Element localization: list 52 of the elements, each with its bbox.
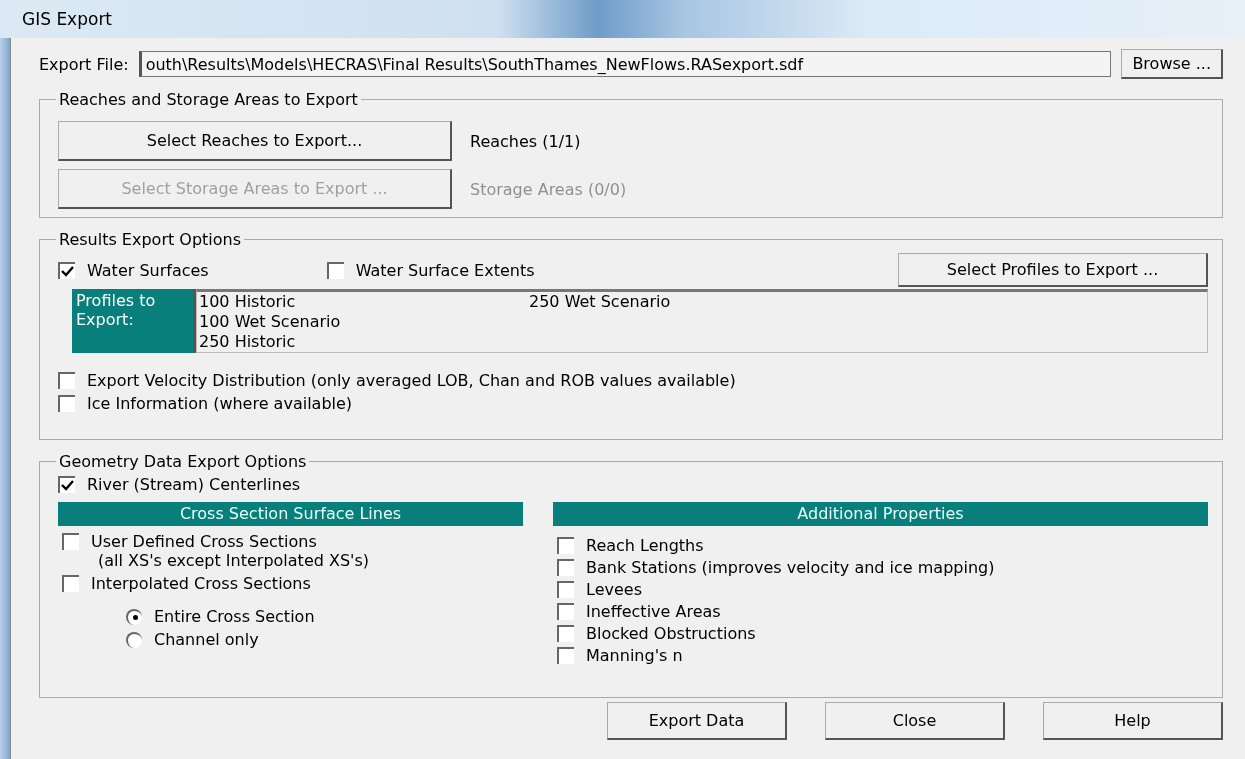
checkbox[interactable] bbox=[62, 533, 79, 550]
note-text: (all XS's except Interpolated XS's) bbox=[97, 551, 371, 570]
profile-item: 250 Historic bbox=[199, 332, 297, 352]
checkbox-label: Interpolated Cross Sections bbox=[91, 574, 311, 593]
checkbox-label: Water Surface Extents bbox=[355, 260, 535, 280]
checkbox[interactable] bbox=[58, 395, 75, 412]
export-file-field[interactable]: outh\Results\Models\HECRAS\Final Results\SouthThames_NewFlows.RASexport.sdf bbox=[138, 51, 1112, 77]
checkbox[interactable] bbox=[557, 647, 574, 664]
profile-item: 250 Wet Scenario bbox=[529, 292, 672, 312]
checkbox-label: Water Surfaces bbox=[87, 260, 209, 280]
status-label: Storage Areas (0/0) bbox=[470, 179, 627, 199]
checkbox-label: River (Stream) Centerlines bbox=[87, 475, 301, 494]
checkbox-label: User Defined Cross Sections bbox=[91, 532, 317, 551]
window-title: GIS Export bbox=[22, 9, 113, 29]
dialog-button[interactable]: Close bbox=[825, 702, 1005, 740]
checkbox[interactable] bbox=[62, 575, 79, 592]
group-title: Geometry Data Export Options bbox=[58, 452, 308, 471]
checkbox[interactable] bbox=[326, 261, 344, 279]
section-header: Cross Section Surface Lines bbox=[58, 502, 523, 526]
checkbox-label: Levees bbox=[586, 580, 642, 599]
radio-button[interactable] bbox=[126, 608, 142, 625]
browse-button[interactable]: Browse ... bbox=[1121, 49, 1223, 79]
checkbox-label: Ineffective Areas bbox=[586, 602, 721, 621]
checkbox[interactable] bbox=[58, 261, 75, 279]
checkbox-label: Bank Stations (improves velocity and ice mapping) bbox=[586, 558, 995, 577]
profiles-label: Profiles to Export: bbox=[72, 289, 196, 353]
checkbox-label: Ice Information (where available) bbox=[87, 394, 353, 413]
checkbox-label: Manning's n bbox=[586, 646, 683, 665]
profile-item: 100 Historic bbox=[199, 292, 297, 312]
checkbox[interactable] bbox=[58, 476, 75, 493]
section-header: Additional Properties bbox=[553, 502, 1208, 526]
status-label: Reaches (1/1) bbox=[470, 131, 581, 151]
checkbox[interactable] bbox=[557, 581, 574, 598]
select-profiles-button[interactable]: Select Profiles to Export ... bbox=[898, 253, 1208, 287]
dialog-button[interactable]: Export Data bbox=[607, 702, 787, 740]
dialog-button[interactable]: Help bbox=[1043, 702, 1223, 740]
checkbox[interactable] bbox=[557, 625, 574, 642]
radio-label: Channel only bbox=[154, 630, 259, 649]
checkbox[interactable] bbox=[557, 603, 574, 620]
checkbox[interactable] bbox=[58, 372, 75, 389]
checkbox-label: Export Velocity Distribution (only averaged LOB, Chan and ROB values available) bbox=[87, 371, 736, 390]
radio-label: Entire Cross Section bbox=[154, 607, 315, 626]
checkbox[interactable] bbox=[557, 537, 574, 554]
group-title: Results Export Options bbox=[58, 230, 243, 249]
checkbox-label: Reach Lengths bbox=[586, 536, 704, 555]
checkbox[interactable] bbox=[557, 559, 574, 576]
group-title: Reaches and Storage Areas to Export bbox=[58, 90, 359, 109]
field-label: Export File: bbox=[39, 54, 129, 74]
checkbox-label: Blocked Obstructions bbox=[586, 624, 756, 643]
profile-item: 100 Wet Scenario bbox=[199, 312, 342, 332]
select-button[interactable]: Select Reaches to Export... bbox=[58, 121, 452, 161]
radio-button[interactable] bbox=[126, 631, 142, 648]
